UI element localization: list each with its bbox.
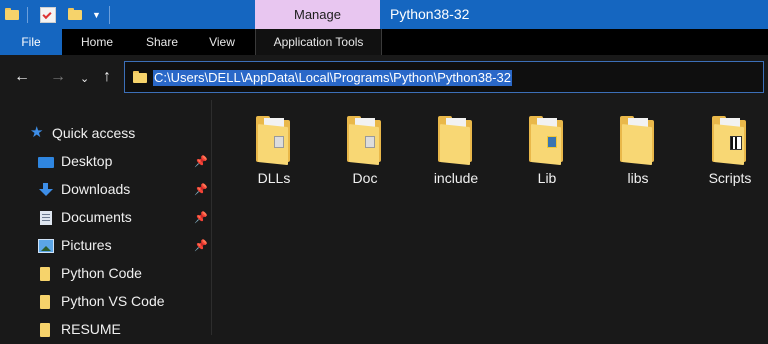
sidebar-item-resume[interactable]: RESUME — [0, 316, 211, 344]
sidebar-item-label: Downloads — [61, 181, 131, 197]
folder-icon — [40, 295, 50, 309]
folder-icon — [40, 267, 50, 281]
pin-icon: 📌 — [194, 212, 208, 224]
folder-icon — [347, 116, 383, 166]
sidebar-item-label: Python VS Code — [61, 293, 165, 309]
folder-label: DLLs — [257, 170, 291, 186]
folder-label: Scripts — [708, 170, 752, 186]
folder-item-dlls[interactable]: DLLs — [234, 114, 314, 194]
folder-item-doc[interactable]: Doc — [325, 114, 405, 194]
documents-icon — [40, 211, 52, 225]
recent-locations-chevron-icon[interactable]: ⌄ — [80, 71, 89, 87]
tab-application-tools[interactable]: Application Tools — [255, 29, 382, 55]
tab-view[interactable]: View — [194, 29, 250, 55]
folder-item-lib[interactable]: Lib — [507, 114, 587, 194]
sidebar-item-label: Pictures — [61, 237, 112, 253]
sidebar-item-quick-access[interactable]: ★ Quick access — [0, 120, 211, 148]
sidebar-item-label: Desktop — [61, 153, 113, 169]
folder-item-libs[interactable]: libs — [598, 114, 678, 194]
toolbar-divider — [27, 6, 28, 23]
sidebar-item-pictures[interactable]: Pictures 📌 — [0, 232, 211, 260]
folder-icon — [712, 116, 748, 166]
sidebar-item-python-vs-code[interactable]: Python VS Code — [0, 288, 211, 316]
tab-share[interactable]: Share — [131, 29, 193, 55]
forward-arrow-icon[interactable]: → — [50, 69, 66, 85]
folder-icon — [133, 71, 147, 83]
folder-label: Doc — [352, 170, 378, 186]
ribbon-tabs: File Home Share View Application Tools — [0, 29, 768, 55]
sidebar-item-label: Documents — [61, 209, 132, 225]
star-icon: ★ — [30, 124, 44, 141]
properties-icon[interactable] — [40, 6, 56, 23]
sidebar-item-documents[interactable]: Documents 📌 — [0, 204, 211, 232]
pictures-icon — [38, 239, 54, 253]
manage-contextual-tab[interactable]: Manage — [255, 0, 380, 29]
folder-icon — [620, 116, 656, 166]
folder-icon — [256, 116, 292, 166]
sidebar-item-label: Quick access — [52, 125, 136, 141]
folder-label: libs — [627, 170, 649, 186]
title-bar: ▼ Manage Python38-32 — [0, 0, 768, 29]
address-path[interactable]: C:\Users\DELL\AppData\Local\Programs\Pyt… — [153, 70, 512, 86]
tab-file[interactable]: File — [0, 29, 62, 55]
quick-access-toolbar: ▼ — [0, 0, 101, 29]
window-title: Python38-32 — [390, 6, 470, 22]
new-folder-icon[interactable] — [68, 7, 82, 22]
folder-label: Lib — [537, 170, 557, 186]
back-arrow-icon[interactable]: ← — [14, 69, 30, 85]
download-icon — [38, 183, 54, 197]
pin-icon: 📌 — [194, 156, 208, 168]
address-bar[interactable]: C:\Users\DELL\AppData\Local\Programs\Pyt… — [124, 61, 764, 93]
folder-item-scripts[interactable]: Scripts — [690, 114, 768, 194]
navigation-bar: ← → ⌄ ↑ C:\Users\DELL\AppData\Local\Prog… — [0, 55, 768, 100]
customize-toolbar-dropdown-icon[interactable]: ▼ — [92, 10, 101, 20]
pin-icon: 📌 — [194, 240, 208, 252]
folder-icon — [438, 116, 474, 166]
desktop-icon — [38, 157, 54, 168]
folder-label: include — [433, 170, 479, 186]
titlebar-divider — [109, 6, 110, 24]
sidebar-item-desktop[interactable]: Desktop 📌 — [0, 148, 211, 176]
folder-item-include[interactable]: include — [416, 114, 496, 194]
file-list: DLLs Doc include Lib libs Scripts — [212, 100, 768, 335]
sidebar-item-python-code[interactable]: Python Code — [0, 260, 211, 288]
tab-home[interactable]: Home — [66, 29, 128, 55]
folder-icon — [5, 7, 19, 22]
sidebar-item-downloads[interactable]: Downloads 📌 — [0, 176, 211, 204]
up-arrow-icon[interactable]: ↑ — [103, 69, 111, 85]
python-folder-icon — [529, 116, 565, 166]
pin-icon: 📌 — [194, 184, 208, 196]
navigation-pane: ★ Quick access Desktop 📌 Downloads 📌 Doc… — [0, 100, 211, 337]
sidebar-item-label: Python Code — [61, 265, 142, 281]
